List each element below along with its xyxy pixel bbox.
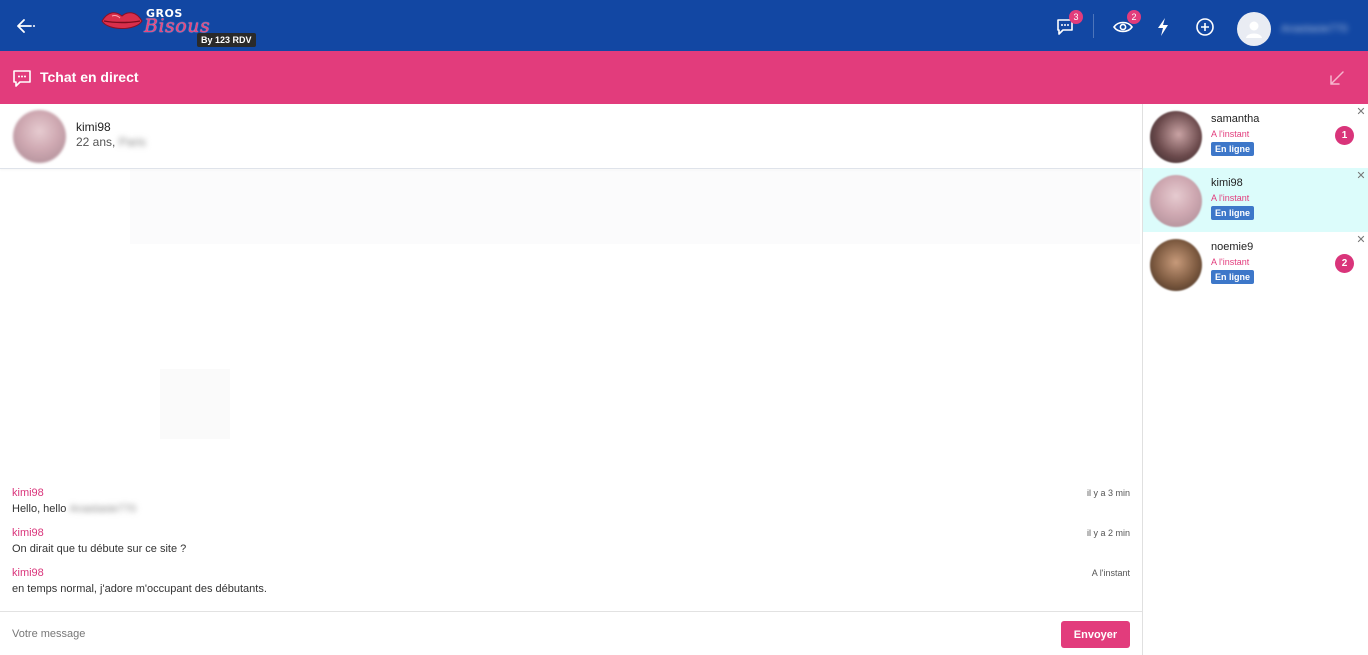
send-button[interactable]: Envoyer [1061,621,1130,648]
message-text: en temps normal, j'adore m'occupant des … [12,583,267,595]
user-name[interactable]: Anastasie770 [1281,23,1348,35]
conversation-panel: kimi98 22 ans, Paris kimi98 il y a 3 min… [0,104,1142,655]
contact-item-samantha[interactable]: samantha A l'instant En ligne 1 ✕ [1143,104,1368,168]
profile-details: 22 ans, Paris [76,135,146,149]
message-item: kimi98 il y a 2 min On dirait que tu déb… [12,527,1130,555]
contact-time: A l'instant [1211,193,1250,203]
message-blurred-name: Anastasie770 [69,503,137,515]
profile-age: 22 ans, [76,135,119,149]
background-ghost [130,170,1140,244]
online-status-badge: En ligne [1211,142,1255,156]
lips-icon [101,12,143,29]
contact-time: A l'instant [1211,129,1250,139]
background-ghost-box [160,369,230,439]
close-icon[interactable]: ✕ [1355,169,1367,182]
unread-count-badge: 1 [1335,126,1354,145]
message-text-content: Hello, hello [12,503,70,515]
contact-avatar[interactable] [1150,175,1202,227]
contact-name: samantha [1211,113,1260,125]
unread-count-badge: 2 [1335,254,1354,273]
message-composer: Envoyer [0,611,1142,655]
online-status-badge: En ligne [1211,270,1255,284]
message-author[interactable]: kimi98 [12,527,1130,539]
message-text: Hello, hello Anastasie770 [12,503,1130,515]
message-time: A l'instant [1091,568,1130,578]
online-status-badge: En ligne [1211,206,1255,220]
views-badge: 2 [1127,10,1141,24]
message-text: On dirait que tu débute sur ce site ? [12,543,187,555]
profile-avatar[interactable] [13,110,66,163]
lightning-icon [1158,18,1168,36]
site-logo[interactable]: GROS Bisous By 123 RDV [100,3,260,49]
add-button[interactable] [1194,16,1216,38]
conversation-profile-header[interactable]: kimi98 22 ans, Paris [0,104,1142,169]
message-item: kimi98 il y a 3 min Hello, hello Anastas… [12,487,1130,515]
chat-title: Tchat en direct [40,69,139,85]
close-icon[interactable]: ✕ [1355,105,1367,118]
message-item: kimi98 A l'instant en temps normal, j'ad… [12,567,1130,595]
message-author[interactable]: kimi98 [12,567,1130,579]
minimize-arrow-icon[interactable] [1328,69,1346,87]
message-time: il y a 2 min [1086,528,1130,538]
contacts-sidebar: samantha A l'instant En ligne 1 ✕ kimi98… [1142,104,1368,655]
chat-header: Tchat en direct [0,51,1368,104]
message-time: il y a 3 min [1086,488,1130,498]
contact-item-noemie9[interactable]: noemie9 A l'instant En ligne 2 ✕ [1143,232,1368,296]
messages-button[interactable]: 3 [1054,10,1083,38]
logo-subtitle: By 123 RDV [197,33,256,47]
close-icon[interactable]: ✕ [1355,233,1367,246]
flash-button[interactable] [1152,16,1174,38]
messages-badge: 3 [1069,10,1083,24]
message-author[interactable]: kimi98 [12,487,1130,499]
contact-name: noemie9 [1211,241,1254,253]
profile-name[interactable]: kimi98 [76,120,111,134]
user-icon [1246,21,1262,38]
plus-circle-icon [1196,18,1214,36]
user-avatar[interactable] [1237,12,1271,46]
message-input[interactable] [12,624,1042,644]
top-navigation-bar: GROS Bisous By 123 RDV 3 2 Anastasie770 [0,0,1368,51]
contact-avatar[interactable] [1150,111,1202,163]
back-arrow-icon[interactable] [14,13,40,39]
contact-item-kimi98[interactable]: kimi98 A l'instant En ligne ✕ [1143,168,1368,232]
profile-city: Paris [118,135,147,149]
contact-name: kimi98 [1211,177,1243,189]
chat-bubble-icon [13,70,31,87]
nav-divider [1093,14,1094,38]
contact-avatar[interactable] [1150,239,1202,291]
contact-time: A l'instant [1211,257,1250,267]
views-button[interactable]: 2 [1112,10,1141,38]
